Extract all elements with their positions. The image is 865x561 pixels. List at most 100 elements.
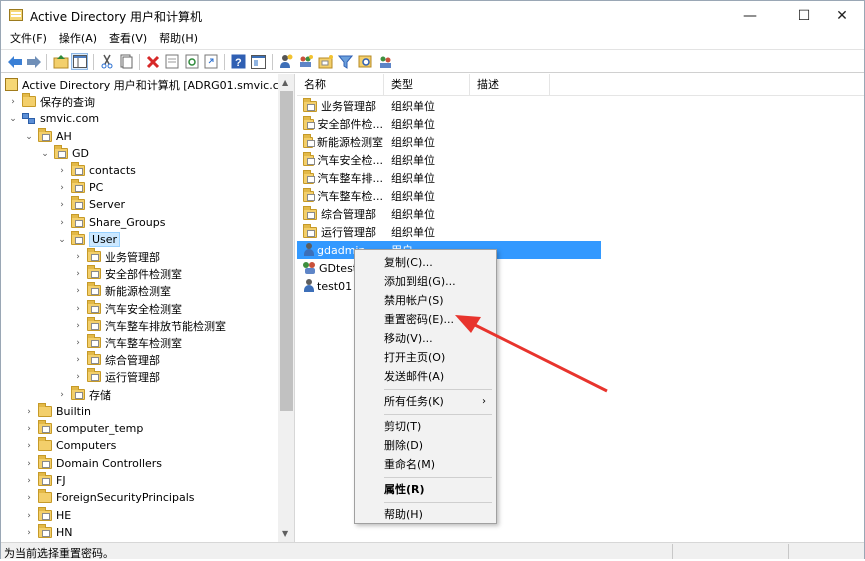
chevron-right-icon[interactable]: ›: [24, 476, 34, 486]
menu-item-add-to-group[interactable]: 添加到组(G)...: [357, 272, 494, 291]
column-header-name[interactable]: 名称: [297, 74, 384, 96]
chevron-right-icon[interactable]: ›: [57, 166, 67, 176]
forward-arrow-icon[interactable]: [25, 53, 42, 70]
list-item[interactable]: 汽车整车排... 组织单位: [297, 169, 601, 187]
properties-icon[interactable]: [163, 53, 180, 70]
chevron-right-icon[interactable]: ›: [73, 286, 83, 296]
tree-item-share-groups[interactable]: › Share_Groups: [57, 214, 165, 231]
chevron-right-icon[interactable]: ›: [24, 528, 34, 538]
tree-item-domain-controllers[interactable]: › Domain Controllers: [24, 455, 162, 472]
chevron-right-icon[interactable]: ›: [73, 355, 83, 365]
chevron-right-icon[interactable]: ›: [73, 372, 83, 382]
menu-item-send-mail[interactable]: 发送邮件(A): [357, 367, 494, 386]
menu-item-delete[interactable]: 删除(D): [357, 436, 494, 455]
tree-item-hn[interactable]: › HN: [24, 524, 73, 541]
add-to-group-icon[interactable]: [377, 53, 394, 70]
column-header-type[interactable]: 类型: [384, 74, 470, 96]
menu-item-all-tasks[interactable]: 所有任务(K) ›: [357, 392, 494, 411]
menu-view[interactable]: 查看(V): [103, 30, 153, 48]
show-tree-icon[interactable]: [71, 53, 88, 70]
tree-item-vehicle-safety[interactable]: › 汽车安全检测室: [73, 300, 182, 317]
tree-item-emission[interactable]: › 汽车整车排放节能检测室: [73, 317, 226, 334]
tree-item-builtin[interactable]: › Builtin: [24, 403, 91, 420]
menu-item-disable-account[interactable]: 禁用帐户(S): [357, 291, 494, 310]
back-arrow-icon[interactable]: [6, 53, 23, 70]
list-item[interactable]: 汽车安全检... 组织单位: [297, 151, 601, 169]
list-item[interactable]: 业务管理部 组织单位: [297, 97, 601, 115]
menu-item-rename[interactable]: 重命名(M): [357, 455, 494, 474]
chevron-right-icon[interactable]: ›: [57, 390, 67, 400]
list-item[interactable]: 安全部件检... 组织单位: [297, 115, 601, 133]
list-item[interactable]: 新能源检测室 组织单位: [297, 133, 601, 151]
chevron-down-icon[interactable]: ⌄: [24, 132, 34, 142]
menu-item-move[interactable]: 移动(V)...: [357, 329, 494, 348]
tree-root[interactable]: Active Directory 用户和计算机 [ADRG01.smvic.co…: [5, 76, 294, 93]
minimize-button[interactable]: —: [727, 1, 773, 30]
chevron-right-icon[interactable]: ›: [73, 304, 83, 314]
menu-item-reset-password[interactable]: 重置密码(E)...: [357, 310, 494, 329]
chevron-right-icon[interactable]: ›: [73, 321, 83, 331]
add-ou-icon[interactable]: [317, 53, 334, 70]
tree-item-vehicle-test[interactable]: › 汽车整车检测室: [73, 334, 182, 351]
menu-item-help[interactable]: 帮助(H): [357, 505, 494, 524]
list-item[interactable]: 汽车整车检... 组织单位: [297, 187, 601, 205]
tree-item-business[interactable]: › 业务管理部: [73, 248, 160, 265]
tree-item-safety-parts[interactable]: › 安全部件检测室: [73, 265, 182, 282]
export-icon[interactable]: [202, 53, 219, 70]
tree-item-server[interactable]: › Server: [57, 196, 125, 213]
menu-item-properties[interactable]: 属性(R): [357, 480, 494, 499]
console-icon[interactable]: [250, 53, 267, 70]
cut-icon[interactable]: [98, 53, 115, 70]
add-user-icon[interactable]: [277, 53, 294, 70]
delete-icon[interactable]: [144, 53, 161, 70]
add-group-icon[interactable]: [297, 53, 314, 70]
menu-item-cut[interactable]: 剪切(T): [357, 417, 494, 436]
chevron-down-icon[interactable]: ⌄: [57, 235, 67, 245]
tree-item-general-admin[interactable]: › 综合管理部: [73, 351, 160, 368]
list-item[interactable]: 运行管理部 组织单位: [297, 223, 601, 241]
tree-item-new-energy[interactable]: › 新能源检测室: [73, 282, 171, 299]
chevron-right-icon[interactable]: ›: [57, 218, 67, 228]
chevron-right-icon[interactable]: ›: [24, 493, 34, 503]
chevron-down-icon[interactable]: ⌄: [8, 114, 18, 124]
refresh-icon[interactable]: [183, 53, 200, 70]
tree-item-foreign-security[interactable]: › ForeignSecurityPrincipals: [24, 489, 195, 506]
column-header-description[interactable]: 描述: [470, 74, 550, 96]
menu-help[interactable]: 帮助(H): [153, 30, 204, 48]
filter-icon[interactable]: [337, 53, 354, 70]
tree-item-user[interactable]: ⌄ User: [57, 231, 121, 248]
chevron-right-icon[interactable]: ›: [57, 200, 67, 210]
tree-item-saved-queries[interactable]: › 保存的查询: [8, 93, 95, 110]
chevron-right-icon[interactable]: ›: [24, 441, 34, 451]
chevron-right-icon[interactable]: ›: [73, 252, 83, 262]
chevron-down-icon[interactable]: ⌄: [40, 149, 50, 159]
list-item[interactable]: 综合管理部 组织单位: [297, 205, 601, 223]
tree-item-pc[interactable]: › PC: [57, 179, 103, 196]
chevron-right-icon[interactable]: ›: [24, 459, 34, 469]
copy-icon[interactable]: [117, 53, 134, 70]
scroll-down-icon[interactable]: ▼: [282, 529, 288, 538]
chevron-right-icon[interactable]: ›: [8, 97, 18, 107]
menu-item-copy[interactable]: 复制(C)...: [357, 253, 494, 272]
tree-item-storage[interactable]: › 存储: [57, 386, 111, 403]
chevron-right-icon[interactable]: ›: [24, 407, 34, 417]
chevron-right-icon[interactable]: ›: [24, 511, 34, 521]
tree-item-computers[interactable]: › Computers: [24, 437, 116, 454]
chevron-right-icon[interactable]: ›: [57, 183, 67, 193]
tree-item-operations[interactable]: › 运行管理部: [73, 368, 160, 385]
close-button[interactable]: ✕: [819, 1, 865, 30]
tree-item-he[interactable]: › HE: [24, 507, 71, 524]
help-icon[interactable]: ?: [230, 53, 247, 70]
chevron-right-icon[interactable]: ›: [73, 269, 83, 279]
tree-item-computer-temp[interactable]: › computer_temp: [24, 420, 143, 437]
tree-scrollbar[interactable]: ▲ ▼: [278, 74, 294, 542]
tree-item-gd[interactable]: ⌄ GD: [40, 145, 89, 162]
scrollbar-thumb[interactable]: [280, 91, 293, 411]
tree-item-contacts[interactable]: › contacts: [57, 162, 136, 179]
tree-item-ah[interactable]: ⌄ AH: [24, 128, 72, 145]
up-folder-icon[interactable]: [52, 53, 69, 70]
menu-action[interactable]: 操作(A): [53, 30, 103, 48]
chevron-right-icon[interactable]: ›: [73, 338, 83, 348]
chevron-right-icon[interactable]: ›: [24, 424, 34, 434]
tree-item-fj[interactable]: › FJ: [24, 472, 66, 489]
